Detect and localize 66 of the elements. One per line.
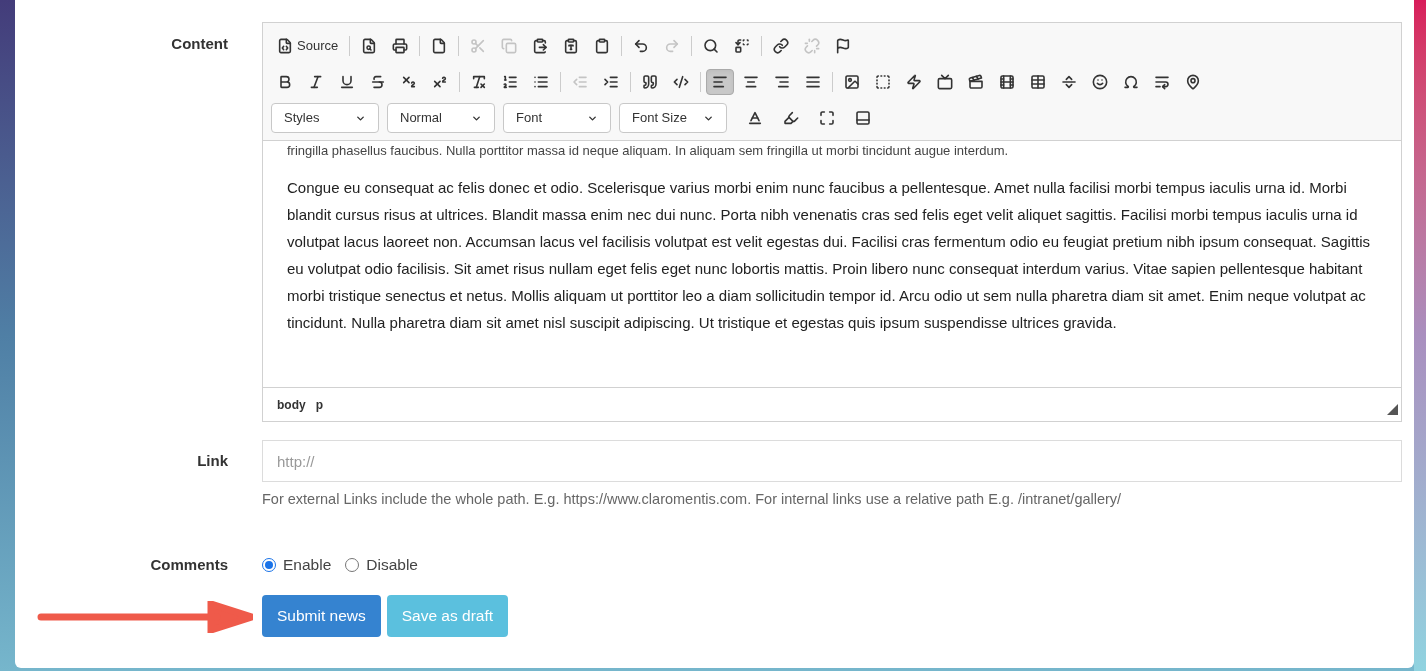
subscript-icon [401,74,417,90]
film-icon [999,74,1015,90]
radio-option[interactable]: Enable [262,553,332,577]
scissors-icon [470,38,487,54]
smiley-icon [1092,74,1108,90]
image-icon [844,74,860,90]
maximize-icon [819,110,835,126]
strikethrough-icon [370,74,386,90]
replace-icon [734,38,751,54]
omega-icon [1123,74,1139,90]
horizontal-rule-icon [1061,74,1077,90]
numbered-list-icon [502,74,518,90]
align-justify-icon [805,74,821,90]
align-right-icon [774,74,790,90]
dropdown[interactable]: Font [503,103,611,133]
redo-icon [664,38,681,54]
paragraph: fringilla phasellus faucibus. Nulla porttitor massa id neque aliquam. In aliquam sem fringilla ut morbi tincidunt augue interdum. [287,142,1010,160]
lightning-icon [906,74,922,90]
dropdown[interactable]: Normal [387,103,495,133]
align-center-icon [743,74,759,90]
quote-icon [642,74,658,90]
italic-icon [308,74,324,90]
dropdown[interactable]: Font Size [619,103,727,133]
link-field[interactable]: http:// [262,440,1402,482]
text-color-icon [747,110,763,126]
map-pin-icon [1185,74,1201,90]
bold-icon [277,74,293,90]
underline-icon [339,74,355,90]
submit-button[interactable]: Submit news [262,594,381,637]
remove-format-icon [471,74,487,90]
code-icon [673,74,689,90]
search-icon [703,38,720,54]
help-text: For external Links include the whole path. E.g. https://www.claromentis.com. For internal links use a relative path E.g. /intranet/gallery/ [262,490,1123,509]
clipboard-icon [532,38,549,54]
preview-icon [361,38,378,54]
align-left-icon [712,74,728,90]
source-icon [277,38,293,54]
table-icon [1030,74,1046,90]
comments-label: Comments [150,555,228,573]
bulleted-list-icon [533,74,549,90]
dropdown[interactable]: Styles [271,103,379,133]
align-left-button[interactable] [706,69,734,95]
link-icon [773,38,790,54]
indent-icon [603,74,619,90]
radio-option[interactable]: Disable [345,553,418,577]
superscript-icon [432,74,448,90]
video-player-icon [937,74,953,90]
undo-icon [633,38,650,54]
clipboard-icon [594,38,611,54]
resize-handle-icon[interactable] [1387,404,1398,415]
paragraph: Congue eu consequat ac felis donec et odio. Scelerisque varius morbi enim nunc faucibus a pellentesque. Amet nulla facilisi morbi tempus iaculis urna id. Morbi blandit cursus risus at ultrices. Blandit massa enim nec dui nunc. Porta nibh venenatis cras sed felis eget velit aliquet sagittis. Facilisi morbi tempus iaculis urna id volutpat lacus laoreet non. Accumsan lacus vel facilisis volutpat est velit egestas dui. Facilisi cras fermentum odio eu feugiat pretium nibh ipsum consequat. Sagittis eu volutpat odio facilisis. Sit amet risus nullam eget felis eget nunc lobortis mattis. Proin libero nunc consequat interdum varius. Vitae sapien pellentesque habitant morbi tristique senectus et netus. Mollis aliquam ut porttitor leo a diam sollicitudin tempor id. Arcu odio ut sem nulla pharetra diam sit amet. Enim neque volutpat ac tincidunt. Nulla pharetra diam sit amet nisl suscipit adipiscing. Ut tristique et egestas quis ipsum suspendisse ultrices gravida. [287,178,1372,333]
link-label: Link [197,452,228,469]
highlighter-icon [783,110,799,126]
copy-icon [501,38,518,54]
path-item[interactable]: body [277,395,306,414]
flag-icon [835,38,852,54]
path-item[interactable]: p [315,395,323,414]
clipboard-text-icon [563,38,580,54]
print-icon [392,38,409,54]
clapperboard-icon [968,74,984,90]
content-label: Content [171,35,228,52]
frame-icon [875,74,891,90]
outdent-icon [572,74,588,90]
unlink-icon [804,38,821,54]
document-icon [431,38,448,54]
source-button[interactable]: Source [271,33,345,59]
